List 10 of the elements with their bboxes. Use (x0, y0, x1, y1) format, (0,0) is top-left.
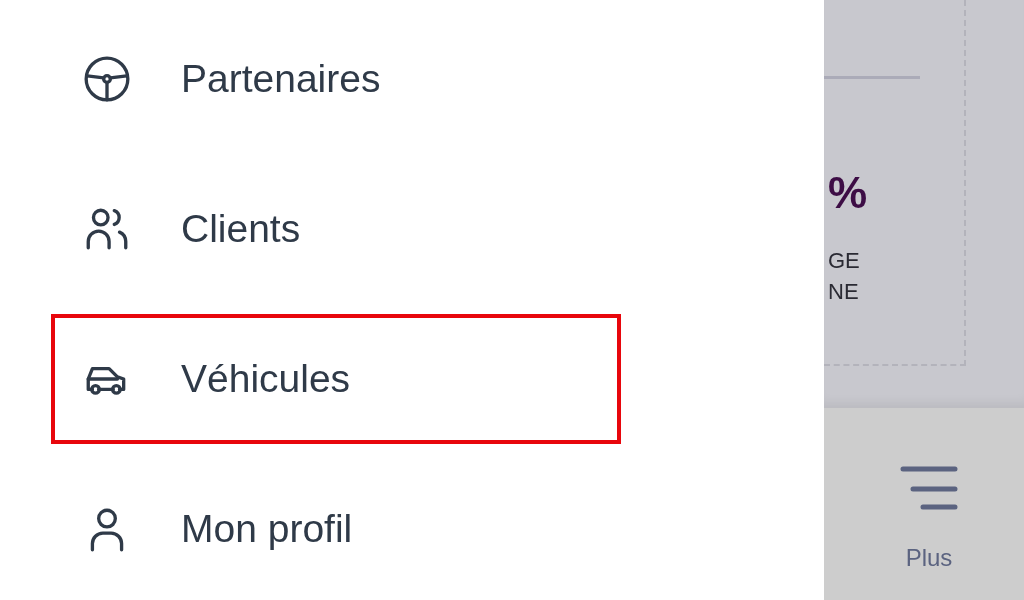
drawer-item[interactable]: Véhicules (51, 314, 621, 444)
drawer-item[interactable]: Mon profil (51, 464, 621, 594)
menu-icon (900, 466, 958, 510)
stat-value: % (827, 171, 869, 215)
drawer-item[interactable]: Partenaires (51, 14, 621, 144)
steering-wheel-icon (82, 54, 132, 104)
stat-caption: GE (827, 247, 861, 275)
drawer-item[interactable]: Clients (51, 164, 621, 294)
more-nav-item[interactable]: Plus (890, 466, 958, 576)
stat-caption: NE (827, 278, 860, 306)
